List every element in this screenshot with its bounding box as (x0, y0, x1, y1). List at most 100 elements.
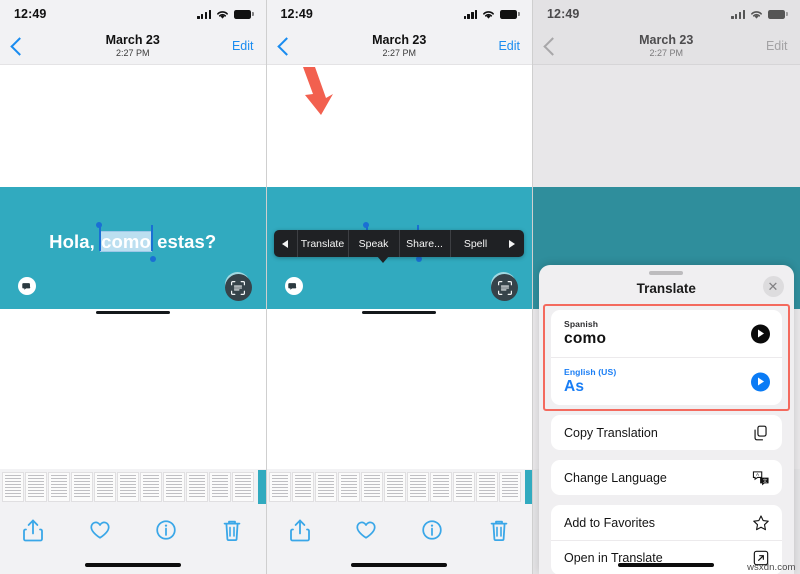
translation-source-row[interactable]: Spanish como (551, 310, 782, 357)
chevron-left-icon[interactable] (276, 36, 296, 56)
text-after: estas? (151, 231, 217, 252)
list-item[interactable] (140, 471, 162, 502)
info-icon[interactable] (149, 513, 183, 547)
trash-icon[interactable] (482, 513, 516, 547)
selected-text[interactable]: como (100, 231, 152, 252)
selection-handle-bar-left[interactable] (99, 225, 102, 251)
share-icon[interactable] (16, 513, 50, 547)
speech-bubble-icon[interactable] (284, 277, 303, 295)
cellular-bars-icon (197, 9, 211, 19)
list-item[interactable] (475, 471, 498, 502)
photo-canvas: Translate Speak Share... Spell Hola, com… (266, 65, 532, 476)
chevron-left-icon[interactable] (543, 36, 562, 56)
selection-handle-end[interactable] (149, 256, 156, 262)
photo-filmstrip[interactable]: Hola, como estas? (0, 469, 266, 504)
translation-card: Spanish como English (US) As (551, 310, 782, 405)
edit-button[interactable]: Edit (498, 39, 520, 53)
text-before: Hola, (49, 231, 101, 252)
photo-bottom-marker (362, 311, 437, 314)
photo-image[interactable]: Hola, como estas? (0, 187, 266, 314)
heart-icon[interactable] (349, 513, 383, 547)
svg-text:A: A (755, 472, 758, 477)
menu-item-spell[interactable]: Spell (449, 230, 501, 257)
list-item-selected[interactable]: Hola, como estas? (524, 469, 532, 504)
page-title: March 23 (372, 33, 427, 48)
list-item[interactable] (25, 471, 47, 502)
edit-button[interactable]: Edit (766, 39, 788, 53)
action-label: Change Language (564, 470, 667, 485)
list-item[interactable] (406, 471, 429, 502)
list-item[interactable] (314, 471, 337, 502)
list-item[interactable] (383, 471, 406, 502)
list-item[interactable] (291, 471, 314, 502)
heart-icon[interactable] (83, 513, 117, 547)
list-item[interactable] (268, 471, 291, 502)
translation-target-row[interactable]: English (US) As (551, 357, 782, 405)
selection-handle-bar-right[interactable] (150, 225, 153, 251)
action-add-to-favorites[interactable]: Add to Favorites (551, 505, 782, 540)
panel-3-translate-sheet: 12:49 March 23 2:27 PM Edit Translate ✕ … (533, 0, 800, 574)
list-item[interactable] (94, 471, 116, 502)
edit-button[interactable]: Edit (232, 39, 254, 53)
list-item[interactable] (429, 471, 452, 502)
nav-title-group: March 23 2:27 PM (533, 33, 800, 59)
play-icon[interactable] (750, 324, 770, 343)
speech-bubble-icon[interactable] (18, 277, 36, 295)
bottom-toolbar (266, 504, 532, 556)
list-item[interactable] (71, 471, 93, 502)
action-group-language: Change Language A 文 (551, 460, 782, 495)
photo-filmstrip[interactable]: Hola, como estas? (266, 469, 532, 504)
nav-title-group: March 23 2:27 PM (0, 33, 266, 59)
action-copy-translation[interactable]: Copy Translation (551, 415, 782, 450)
menu-next-button[interactable] (501, 230, 524, 257)
triangle-left-icon (282, 239, 288, 248)
text-selection-context-menu[interactable]: Translate Speak Share... Spell (273, 230, 524, 263)
menu-item-speak[interactable]: Speak (347, 230, 399, 257)
list-item[interactable] (163, 471, 185, 502)
chevron-left-icon[interactable] (10, 36, 29, 56)
list-item-selected[interactable]: Hola, como estas? (258, 469, 266, 504)
photo-image[interactable]: Translate Speak Share... Spell Hola, com… (266, 187, 532, 314)
list-item[interactable] (186, 471, 208, 502)
status-bar-icons (731, 0, 788, 28)
live-text-scan-icon[interactable] (491, 274, 518, 301)
action-change-language[interactable]: Change Language A 文 (551, 460, 782, 495)
selection-handle-start[interactable] (362, 222, 369, 228)
wifi-icon (216, 10, 228, 19)
sheet-title: Translate (636, 281, 696, 296)
list-item[interactable] (360, 471, 383, 502)
thumb-caption: Hola, como estas? (258, 481, 266, 486)
page-subtitle: 2:27 PM (382, 47, 417, 58)
list-item[interactable] (2, 471, 24, 502)
menu-pointer (376, 256, 389, 263)
play-icon[interactable] (750, 372, 770, 391)
close-icon[interactable]: ✕ (762, 276, 784, 297)
menu-item-translate[interactable]: Translate (296, 230, 348, 257)
list-item[interactable] (452, 471, 475, 502)
source-text: como (564, 330, 607, 347)
list-item[interactable] (232, 471, 254, 502)
trash-icon[interactable] (215, 513, 249, 547)
share-icon[interactable] (283, 513, 317, 547)
nav-title-group: March 23 2:27 PM (267, 33, 533, 59)
cellular-bars-icon (463, 9, 478, 19)
menu-prev-button[interactable] (274, 230, 297, 257)
live-text-scan-icon[interactable] (224, 274, 252, 301)
status-bar: 12:49 (266, 0, 532, 28)
info-icon[interactable] (415, 513, 449, 547)
list-item[interactable] (337, 471, 360, 502)
list-item[interactable] (117, 471, 139, 502)
list-item[interactable] (209, 471, 231, 502)
selection-handle-start[interactable] (96, 222, 103, 228)
home-indicator (351, 562, 448, 567)
list-item[interactable] (48, 471, 70, 502)
photo-recognized-text: Hola, como estas? (0, 222, 266, 262)
battery-icon (500, 9, 520, 19)
page-title: March 23 (639, 33, 694, 48)
page-subtitle: 2:27 PM (115, 47, 150, 58)
nav-bar: March 23 2:27 PM Edit (266, 28, 533, 65)
translate-sheet: Translate ✕ Spanish como English (US) As (539, 265, 794, 574)
menu-item-share[interactable]: Share... (398, 230, 450, 257)
selection-wrap[interactable]: como (96, 222, 156, 262)
list-item[interactable] (498, 471, 521, 502)
